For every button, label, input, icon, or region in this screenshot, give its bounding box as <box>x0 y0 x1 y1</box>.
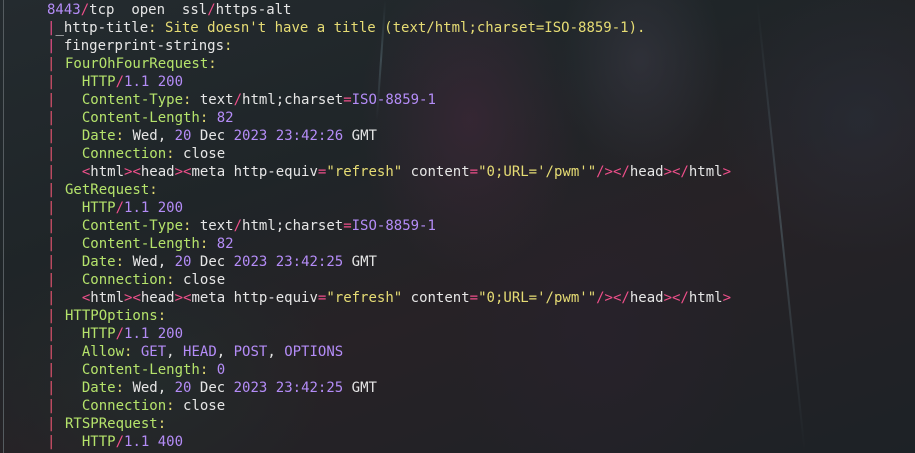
fingerprint-key: fingerprint-strings <box>63 38 225 54</box>
status-line: | HTTP/1.1 200 <box>47 74 184 90</box>
header-line: | Content-Length: 0 <box>47 362 226 378</box>
protocol: tcp <box>89 2 115 18</box>
http-title-value: Site doesn't have a title (text/html;cha… <box>165 20 646 36</box>
status-line: | HTTP/1.1 400 <box>47 434 184 450</box>
header-line: | Connection: close <box>47 398 226 414</box>
html-body-line: | <html><head><meta http-equiv="refresh"… <box>47 290 732 306</box>
section-header: | HTTPOptions: <box>47 308 167 324</box>
status-code: 200 <box>157 74 184 90</box>
port-line: 8443/tcp open ssl/https-alt <box>47 1 915 19</box>
header-line: | Content-Length: 82 <box>47 110 234 126</box>
terminal-output[interactable]: 8443/tcp open ssl/https-alt |_http-title… <box>47 1 915 451</box>
status-code: 400 <box>157 434 184 450</box>
status-line: | HTTP/1.1 200 <box>47 200 184 216</box>
status-code: 200 <box>157 326 184 342</box>
status-line: | HTTP/1.1 200 <box>47 326 184 342</box>
section-header: | FourOhFourRequest: <box>47 56 217 72</box>
port-state: open <box>131 2 166 18</box>
terminal-left-border <box>3 0 4 453</box>
header-line: | Date: Wed, 20 Dec 2023 23:42:25 GMT <box>47 254 377 270</box>
header-line: | Date: Wed, 20 Dec 2023 23:42:26 GMT <box>47 128 377 144</box>
status-code: 200 <box>157 200 184 216</box>
html-body-line: | <html><head><meta http-equiv="refresh"… <box>47 164 732 180</box>
section-header: | GetRequest: <box>47 182 158 198</box>
section-header: | RTSPRequest: <box>47 416 167 432</box>
header-line: | Content-Type: text/html;charset=ISO-88… <box>47 218 436 234</box>
slash: / <box>207 2 216 18</box>
service-name: https-alt <box>215 2 292 18</box>
header-line: | Allow: GET, HEAD, POST, OPTIONS <box>47 344 344 360</box>
header-line: | Connection: close <box>47 272 226 288</box>
service-prefix: ssl <box>181 2 208 18</box>
section-name: GetRequest <box>65 182 150 198</box>
header-line: | Content-Type: text/html;charset=ISO-88… <box>47 92 436 108</box>
section-name: FourOhFourRequest <box>65 56 209 72</box>
http-title-line: |_http-title: Site doesn't have a title … <box>47 20 646 36</box>
port-number: 8443 <box>47 2 81 18</box>
header-line: | Connection: close <box>47 146 226 162</box>
header-line: | Content-Length: 82 <box>47 236 234 252</box>
section-name: RTSPRequest <box>65 416 158 432</box>
header-line: | Date: Wed, 20 Dec 2023 23:42:25 GMT <box>47 380 377 396</box>
slash: / <box>80 2 90 18</box>
http-title-key: _http-title <box>55 20 149 36</box>
section-name: HTTPOptions <box>65 308 158 324</box>
fingerprint-line: | fingerprint-strings: <box>47 38 233 54</box>
